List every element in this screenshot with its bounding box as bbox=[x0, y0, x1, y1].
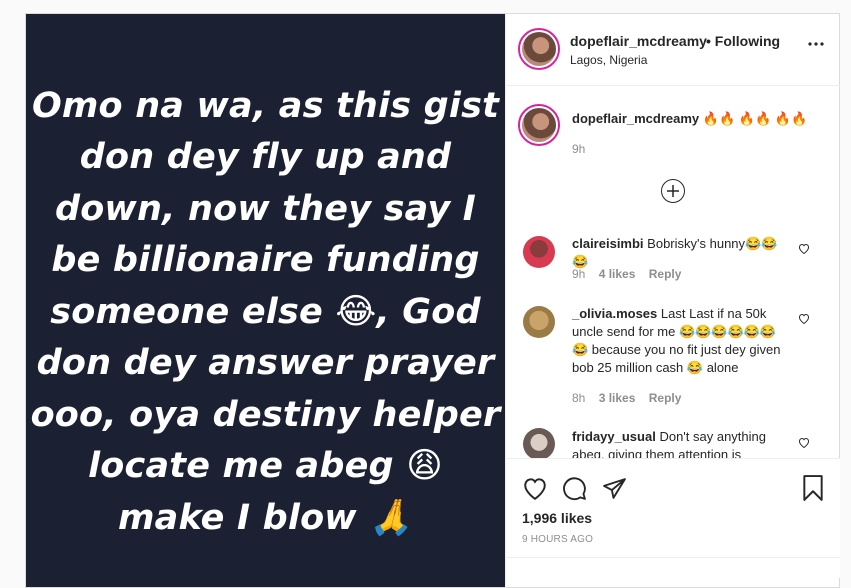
post-header: dopeflair_mcdreamy • Following Lagos, Ni… bbox=[506, 14, 840, 86]
post-side-panel: dopeflair_mcdreamy • Following Lagos, Ni… bbox=[505, 14, 840, 587]
caption-text: 🔥🔥 🔥🔥 🔥🔥 bbox=[702, 111, 808, 126]
caption-line: dopeflair_mcdreamy 🔥🔥 🔥🔥 🔥🔥 bbox=[572, 110, 807, 128]
comment-like-icon[interactable] bbox=[798, 243, 810, 254]
caption-time[interactable]: 9h bbox=[572, 142, 585, 156]
post-image[interactable]: Omo na wa, as this gist don dey fly up a… bbox=[26, 14, 505, 587]
comment-item: fridayy_usual Don't say anything abeg, g… bbox=[572, 428, 792, 458]
likes-count[interactable]: 1,996 likes bbox=[522, 510, 592, 526]
post-actions: 1,996 likes 9 HOURS AGO bbox=[506, 458, 840, 578]
comment-clip: fridayy_usual Don't say anything abeg, g… bbox=[506, 424, 840, 458]
comment-avatar[interactable] bbox=[523, 236, 555, 268]
comment-item: _olivia.moses Last Last if na 50k uncle … bbox=[572, 305, 792, 377]
author-avatar[interactable] bbox=[518, 28, 560, 70]
comment-username[interactable]: fridayy_usual bbox=[572, 429, 656, 444]
comment-like-icon[interactable] bbox=[798, 313, 810, 324]
comment-likes[interactable]: 4 likes bbox=[599, 267, 636, 281]
comment-username[interactable]: claireisimbi bbox=[572, 236, 644, 251]
comment-meta: 8h 3 likes Reply bbox=[572, 391, 691, 405]
paper-plane-icon[interactable] bbox=[602, 476, 627, 501]
caption-username[interactable]: dopeflair_mcdreamy bbox=[572, 111, 699, 126]
comment-time[interactable]: 9h bbox=[572, 267, 585, 281]
comment-avatar[interactable] bbox=[523, 428, 555, 458]
comment-username[interactable]: _olivia.moses bbox=[572, 306, 657, 321]
post-location[interactable]: Lagos, Nigeria bbox=[570, 53, 647, 67]
comment-icon[interactable] bbox=[562, 476, 587, 501]
caption-avatar[interactable] bbox=[518, 104, 560, 146]
comment-item: claireisimbi Bobrisky's hunny😂😂😂 bbox=[572, 235, 792, 271]
follow-status[interactable]: • Following bbox=[706, 33, 780, 49]
reply-button[interactable]: Reply bbox=[649, 267, 682, 281]
comment-time[interactable]: 8h bbox=[572, 391, 585, 405]
post-image-text: Omo na wa, as this gist don dey fly up a… bbox=[30, 85, 501, 538]
comment-avatar[interactable] bbox=[523, 306, 555, 338]
posted-time[interactable]: 9 HOURS AGO bbox=[522, 534, 593, 545]
add-comment-divider bbox=[506, 557, 840, 558]
author-username[interactable]: dopeflair_mcdreamy bbox=[570, 33, 707, 49]
reply-button[interactable]: Reply bbox=[649, 391, 682, 405]
comment-likes[interactable]: 3 likes bbox=[599, 391, 636, 405]
comment-meta: 9h 4 likes Reply bbox=[572, 267, 691, 281]
more-horizontal-icon[interactable] bbox=[808, 42, 824, 46]
comment-like-icon[interactable] bbox=[798, 437, 810, 448]
heart-icon[interactable] bbox=[522, 476, 548, 500]
plus-circle-icon[interactable] bbox=[661, 179, 685, 203]
bookmark-icon[interactable] bbox=[802, 475, 824, 501]
post-frame: Omo na wa, as this gist don dey fly up a… bbox=[25, 13, 840, 588]
